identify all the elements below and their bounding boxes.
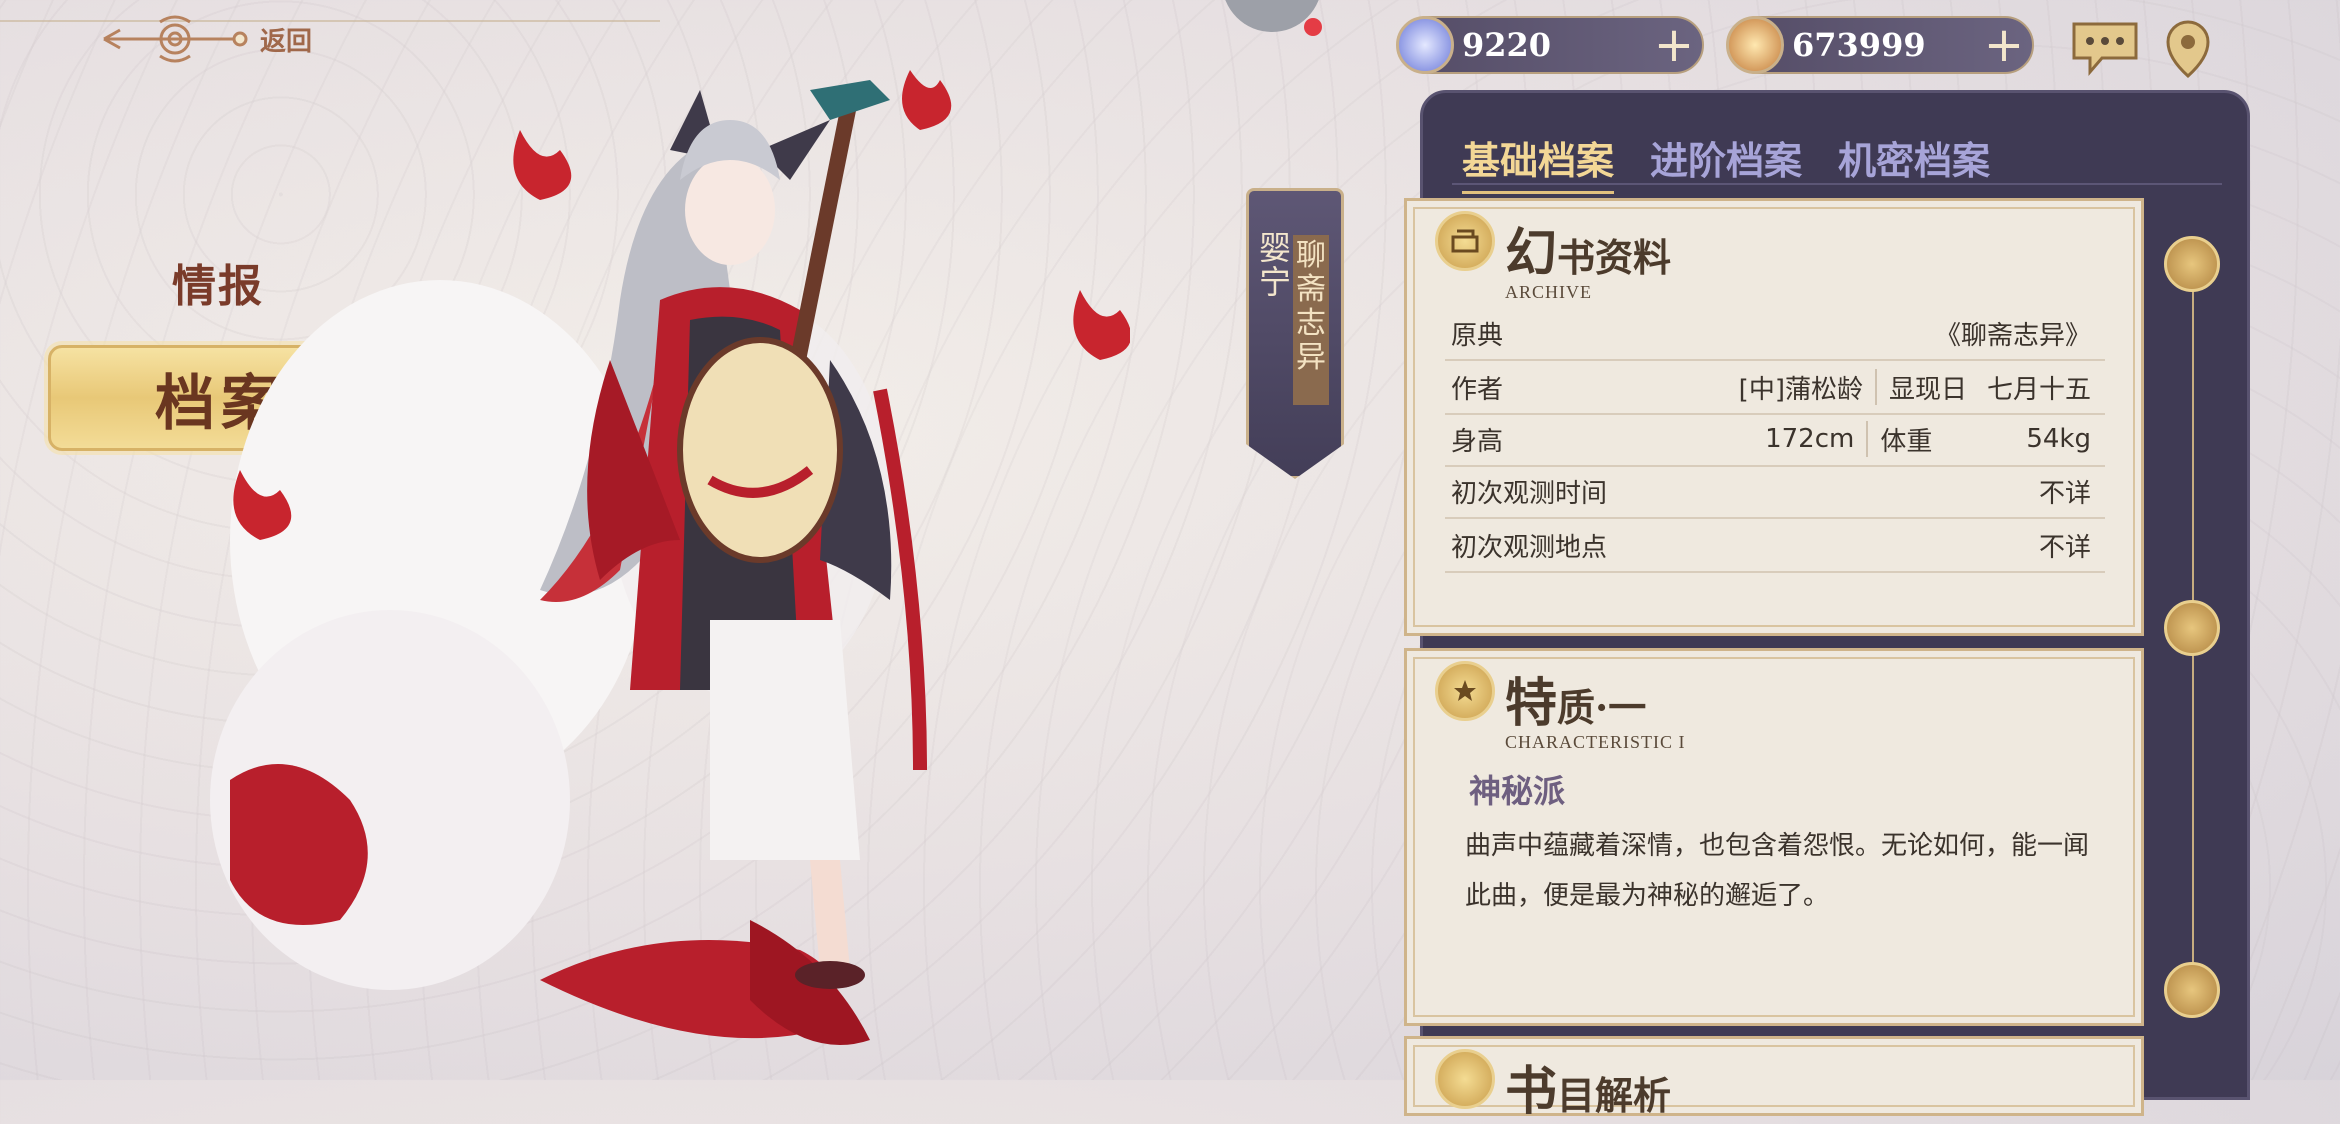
origin-value: 《聊斋志异》 [1934, 320, 2091, 351]
characteristic-title-rest: 质·一 [1557, 685, 1647, 730]
first-time-value: 不详 [2038, 478, 2091, 509]
character-illustration [210, 70, 1130, 1045]
appear-day-value: 七月十五 [1986, 374, 2091, 405]
top-ornament-line [0, 0, 660, 22]
archive-card-header: 幻书资料 ARCHIVE [1435, 211, 1671, 303]
characteristic-subtitle: CHARACTERISTIC I [1505, 732, 1686, 752]
coin-add-button[interactable]: + [1976, 20, 2032, 70]
characteristic-card: 特质·一 CHARACTERISTIC I 神秘派 曲声中蕴藏着深情，也包含着怨… [1404, 648, 2144, 1026]
archive-title-rest: 书资料 [1557, 235, 1672, 280]
analysis-title: 书目解析 [1505, 1049, 1671, 1124]
height-value: 172cm [1765, 424, 1855, 454]
height-separator [1866, 421, 1869, 457]
timeline-node-analysis[interactable] [2164, 962, 2220, 1018]
analysis-title-big: 书 [1505, 1061, 1558, 1122]
trait-name: 神秘派 [1469, 772, 1566, 810]
first-place-value: 不详 [2038, 532, 2091, 563]
height-row: 身高 172cm 体重 54kg [1445, 413, 2105, 467]
author-separator [1874, 369, 1877, 405]
author-key: 作者 [1451, 374, 1504, 405]
analysis-badge-icon [1435, 1049, 1495, 1109]
timeline-node-characteristic[interactable] [2164, 600, 2220, 656]
chat-icon[interactable] [2070, 18, 2140, 78]
character-name-banner: 婴宁 聊斋志异 [1246, 188, 1344, 479]
characteristic-title: 特质·一 [1505, 661, 1686, 736]
crystal-value: 9220 [1462, 26, 1552, 64]
back-button[interactable]: 返回 [100, 14, 312, 64]
characteristic-title-big: 特 [1505, 673, 1558, 734]
weight-key: 体重 [1880, 426, 1933, 457]
location-pin-icon[interactable] [2162, 18, 2214, 80]
origin-row: 原典 《聊斋志异》 [1445, 307, 2105, 361]
crystal-icon [1396, 16, 1454, 74]
analysis-card: 书目解析 [1404, 1036, 2144, 1122]
first-time-row: 初次观测时间 不详 [1445, 465, 2105, 519]
crystal-currency: 9220 + [1396, 16, 1704, 74]
archive-badge-icon [1435, 211, 1495, 271]
origin-key: 原典 [1451, 320, 1504, 351]
archive-title: 幻书资料 [1505, 211, 1671, 286]
character-name: 婴宁 [1259, 229, 1292, 301]
star-badge-icon [1435, 661, 1495, 721]
appear-day-key: 显现日 [1888, 374, 1967, 405]
author-row: 作者 [中]蒲松龄 显现日 七月十五 [1445, 361, 2105, 415]
weight-value: 54kg [2026, 424, 2091, 454]
character-source: 聊斋志异 [1293, 235, 1329, 405]
timeline-node-archive[interactable] [2164, 236, 2220, 292]
coin-value: 673999 [1792, 26, 1926, 64]
author-value: [中]蒲松龄 [1738, 374, 1863, 405]
ornate-arrow-icon [103, 15, 248, 63]
analysis-card-header: 书目解析 [1435, 1049, 1671, 1124]
coin-icon [1726, 16, 1784, 74]
first-place-row: 初次观测地点 不详 [1445, 519, 2105, 573]
height-key: 身高 [1451, 426, 1504, 457]
trait-description: 曲声中蕴藏着深情，也包含着怨恨。无论如何，能一闻此曲，便是最为神秘的邂逅了。 [1465, 831, 2090, 911]
crystal-add-button[interactable]: + [1646, 20, 1702, 70]
archive-title-big: 幻 [1505, 223, 1558, 284]
coin-currency: 673999 + [1726, 16, 2034, 74]
characteristic-card-header: 特质·一 CHARACTERISTIC I [1435, 661, 1686, 753]
tab-divider [1452, 183, 2222, 185]
first-place-key: 初次观测地点 [1451, 532, 1608, 563]
archive-card: 幻书资料 ARCHIVE 原典 《聊斋志异》 作者 [中]蒲松龄 显现日 七月十… [1404, 198, 2144, 636]
first-time-key: 初次观测时间 [1451, 478, 1608, 509]
notification-dot [1304, 18, 1322, 36]
back-label: 返回 [260, 26, 313, 57]
